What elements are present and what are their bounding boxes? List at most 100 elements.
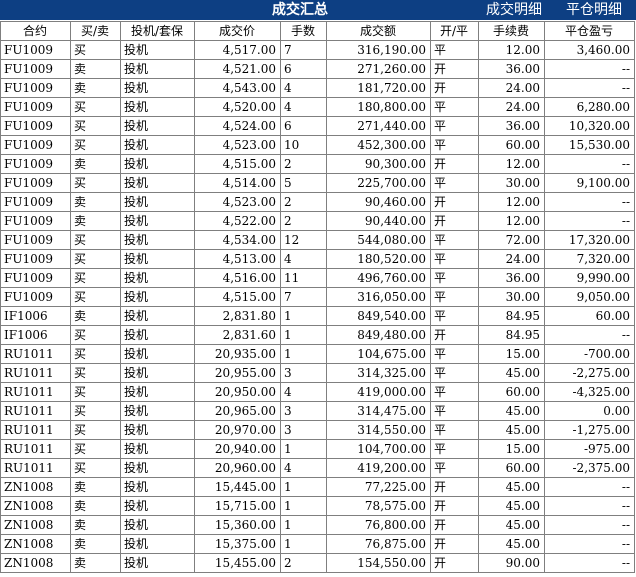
table-row[interactable]: RU1011 买投机 20,950.00 4 419,000.00 平 60.00 -4,32… — [0, 382, 635, 402]
cell-lots: 11 — [280, 268, 327, 288]
cell-amount: 78,575.00 — [326, 496, 431, 516]
cell-contract: IF1006 — [0, 325, 71, 345]
cell-price: 2,831.60 — [194, 325, 281, 345]
table-row[interactable]: FU1009 买投机 4,520.00 4 180,800.00 平 24.00 6,280.… — [0, 97, 635, 117]
cell-open-close: 平 — [430, 287, 479, 307]
cell-spec-hedge: 投机 — [120, 477, 195, 497]
cell-spec-hedge: 投机 — [120, 249, 195, 269]
table-row[interactable]: RU1011 买投机 20,960.00 4 419,200.00 平 60.00 -2,37… — [0, 458, 635, 478]
cell-lots: 5 — [280, 173, 327, 193]
cell-contract: FU1009 — [0, 154, 71, 174]
cell-direction: 卖 — [70, 477, 121, 497]
col-header-close-pl[interactable]: 平仓盈亏 — [544, 21, 635, 41]
cell-price: 20,950.00 — [194, 382, 281, 402]
cell-contract: FU1009 — [0, 40, 71, 60]
col-header-open-close[interactable]: 开/平 — [430, 21, 479, 41]
cell-direction: 买 — [70, 363, 121, 383]
cell-spec-hedge: 投机 — [120, 116, 195, 136]
cell-lots: 1 — [280, 515, 327, 535]
col-header-spec-hedge[interactable]: 投机/套保 — [120, 21, 195, 41]
cell-close-pl: -700.00 — [544, 344, 635, 364]
cell-price: 20,965.00 — [194, 401, 281, 421]
cell-lots: 1 — [280, 477, 327, 497]
cell-fee: 24.00 — [478, 97, 545, 117]
cell-close-pl: -- — [544, 477, 635, 497]
cell-contract: RU1011 — [0, 382, 71, 402]
table-row[interactable]: FU1009 买投机 4,534.00 12 544,080.00 平 72.00 17,32… — [0, 230, 635, 250]
col-header-contract[interactable]: 合约 — [0, 21, 71, 41]
cell-open-close: 平 — [430, 401, 479, 421]
table-row[interactable]: IF1006 卖投机 2,831.80 1 849,540.00 平 84.95 60.00 — [0, 306, 635, 326]
cell-spec-hedge: 投机 — [120, 401, 195, 421]
table-row[interactable]: ZN1008 卖投机 15,715.00 1 78,575.00 开 45.00 -- — [0, 496, 635, 516]
table-row[interactable]: FU1009 买投机 4,513.00 4 180,520.00 平 24.00 7,320.… — [0, 249, 635, 269]
tab-trade-detail[interactable]: 成交明细 — [486, 0, 542, 20]
table-row[interactable]: RU1011 买投机 20,940.00 1 104,700.00 平 15.00 -975.… — [0, 439, 635, 459]
cell-price: 4,534.00 — [194, 230, 281, 250]
cell-lots: 1 — [280, 344, 327, 364]
cell-close-pl: 0.00 — [544, 401, 635, 421]
table-row[interactable]: FU1009 买投机 4,516.00 11 496,760.00 平 36.00 9,990… — [0, 268, 635, 288]
table-row[interactable]: FU1009 买投机 4,514.00 5 225,700.00 平 30.00 9,100.… — [0, 173, 635, 193]
table-row[interactable]: ZN1008 卖投机 15,375.00 1 76,875.00 开 45.00 -- — [0, 534, 635, 554]
table-row[interactable]: IF1006 买投机 2,831.60 1 849,480.00 开 84.95 -- — [0, 325, 635, 345]
cell-open-close: 平 — [430, 249, 479, 269]
cell-price: 4,521.00 — [194, 59, 281, 79]
cell-open-close: 平 — [430, 40, 479, 60]
cell-open-close: 开 — [430, 211, 479, 231]
cell-contract: RU1011 — [0, 401, 71, 421]
col-header-amount[interactable]: 成交额 — [326, 21, 431, 41]
cell-lots: 3 — [280, 363, 327, 383]
cell-contract: ZN1008 — [0, 477, 71, 497]
cell-direction: 卖 — [70, 78, 121, 98]
cell-price: 20,940.00 — [194, 439, 281, 459]
table-row[interactable]: ZN1008 卖投机 15,445.00 1 77,225.00 开 45.00 -- — [0, 477, 635, 497]
cell-open-close: 开 — [430, 325, 479, 345]
cell-lots: 3 — [280, 420, 327, 440]
table-row[interactable]: RU1011 买投机 20,965.00 3 314,475.00 平 45.00 0.00 — [0, 401, 635, 421]
cell-close-pl: -- — [544, 325, 635, 345]
cell-direction: 卖 — [70, 59, 121, 79]
cell-open-close: 开 — [430, 553, 479, 573]
cell-open-close: 平 — [430, 135, 479, 155]
table-row[interactable]: RU1011 买投机 20,970.00 3 314,550.00 平 45.00 -1,27… — [0, 420, 635, 440]
cell-amount: 849,480.00 — [326, 325, 431, 345]
cell-contract: FU1009 — [0, 59, 71, 79]
table-row[interactable]: ZN1008 卖投机 15,360.00 1 76,800.00 开 45.00 -- — [0, 515, 635, 535]
cell-price: 4,523.00 — [194, 192, 281, 212]
cell-close-pl: 9,990.00 — [544, 268, 635, 288]
col-header-fee[interactable]: 手续费 — [478, 21, 545, 41]
col-header-lots[interactable]: 手数 — [280, 21, 327, 41]
cell-close-pl: 10,320.00 — [544, 116, 635, 136]
table-row[interactable]: FU1009 买投机 4,515.00 7 316,050.00 平 30.00 9,050.… — [0, 287, 635, 307]
table-row[interactable]: RU1011 买投机 20,935.00 1 104,675.00 平 15.00 -700.… — [0, 344, 635, 364]
cell-lots: 4 — [280, 78, 327, 98]
col-header-price[interactable]: 成交价 — [194, 21, 281, 41]
table-row[interactable]: FU1009 卖投机 4,523.00 2 90,460.00 开 12.00 -- — [0, 192, 635, 212]
cell-direction: 买 — [70, 401, 121, 421]
col-header-direction[interactable]: 买/卖 — [70, 21, 121, 41]
tab-close-detail[interactable]: 平仓明细 — [566, 0, 622, 20]
table-body: FU1009 买投机 4,517.00 7 316,190.00 平 12.00 3,460.… — [0, 40, 635, 573]
table-row[interactable]: FU1009 卖投机 4,521.00 6 271,260.00 开 36.00 -- — [0, 59, 635, 79]
cell-fee: 84.95 — [478, 306, 545, 326]
cell-open-close: 平 — [430, 173, 479, 193]
table-row[interactable]: FU1009 买投机 4,517.00 7 316,190.00 平 12.00 3,460.… — [0, 40, 635, 60]
cell-contract: IF1006 — [0, 306, 71, 326]
table-row[interactable]: FU1009 买投机 4,524.00 6 271,440.00 平 36.00 10,320… — [0, 116, 635, 136]
cell-price: 4,516.00 — [194, 268, 281, 288]
cell-contract: ZN1008 — [0, 515, 71, 535]
cell-contract: ZN1008 — [0, 553, 71, 573]
table-row[interactable]: FU1009 卖投机 4,543.00 4 181,720.00 开 24.00 -- — [0, 78, 635, 98]
table-row[interactable]: FU1009 买投机 4,523.00 10 452,300.00 平 60.00 15,53… — [0, 135, 635, 155]
cell-fee: 45.00 — [478, 477, 545, 497]
table-row[interactable]: RU1011 买投机 20,955.00 3 314,325.00 平 45.00 -2,27… — [0, 363, 635, 383]
cell-price: 2,831.80 — [194, 306, 281, 326]
title-bar: 成交汇总 成交明细 平仓明细 — [0, 0, 636, 20]
table-row[interactable]: FU1009 卖投机 4,522.00 2 90,440.00 开 12.00 -- — [0, 211, 635, 231]
table-row[interactable]: FU1009 卖投机 4,515.00 2 90,300.00 开 12.00 -- — [0, 154, 635, 174]
cell-fee: 24.00 — [478, 249, 545, 269]
cell-direction: 卖 — [70, 211, 121, 231]
table-row[interactable]: ZN1008 卖投机 15,455.00 2 154,550.00 开 90.00 -- — [0, 553, 635, 573]
cell-amount: 104,700.00 — [326, 439, 431, 459]
